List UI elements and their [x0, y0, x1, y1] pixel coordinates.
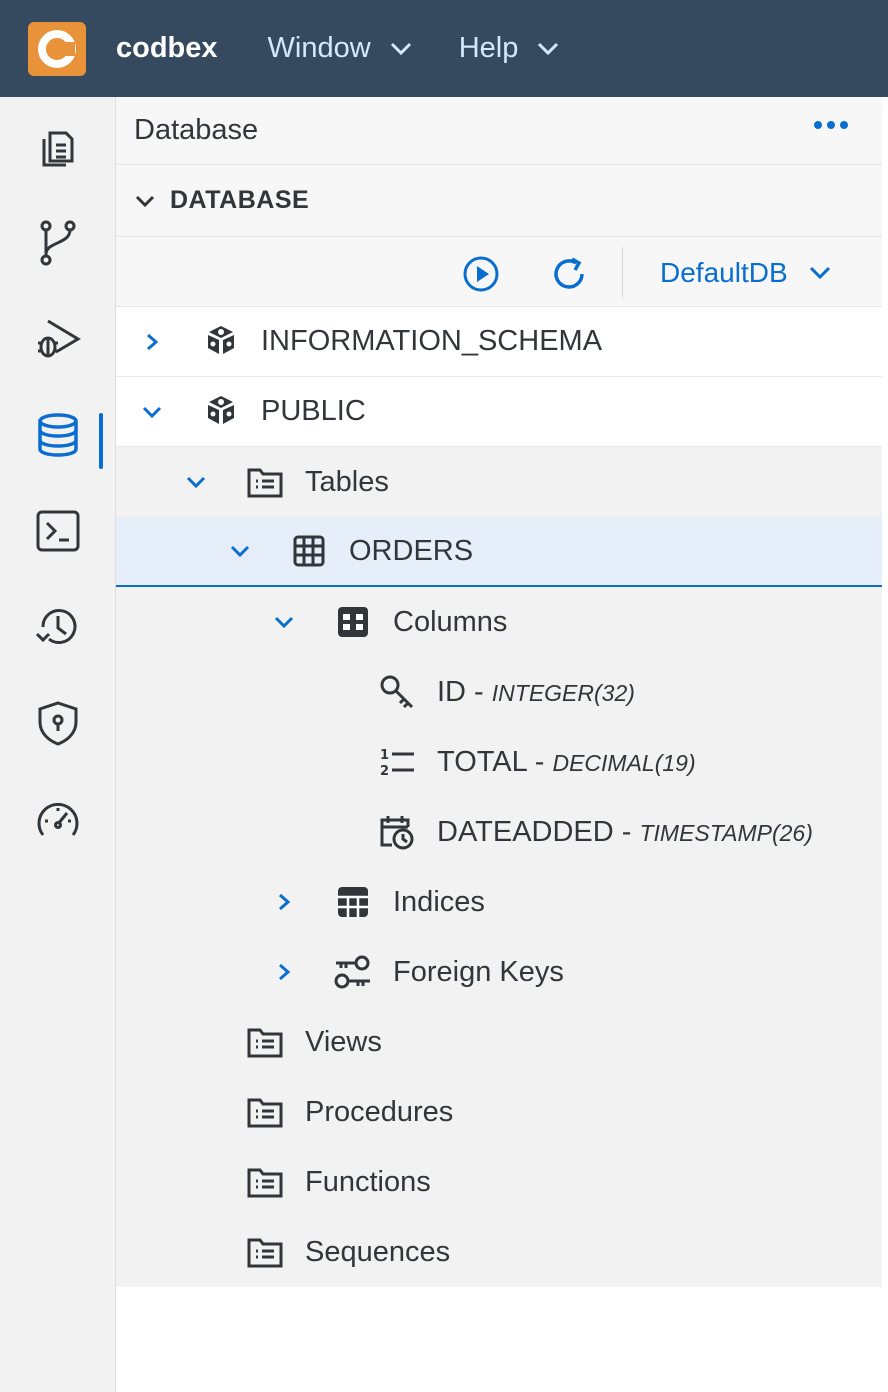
- foreign-keys-icon: [333, 952, 373, 992]
- activity-terminal[interactable]: [0, 491, 116, 571]
- tree-item-label: ORDERS: [349, 534, 474, 567]
- tree-item-public[interactable]: PUBLIC: [116, 377, 882, 447]
- svg-text:2: 2: [380, 764, 389, 779]
- section-title: DATABASE: [170, 186, 310, 214]
- more-options-icon[interactable]: [814, 121, 848, 129]
- menu-help-label: Help: [458, 32, 519, 64]
- folder-list-icon: [245, 1022, 285, 1062]
- activity-bar: [0, 97, 116, 1392]
- chevron-down-icon[interactable]: [184, 470, 208, 494]
- history-icon: [35, 609, 77, 644]
- git-branch-icon: [40, 220, 76, 266]
- play-circle-icon: [463, 256, 499, 292]
- column-type: DECIMAL(19): [552, 749, 696, 776]
- activity-git[interactable]: [0, 203, 116, 283]
- tree-item-columns[interactable]: Columns: [116, 587, 882, 657]
- table-grid-icon: [289, 531, 329, 571]
- toolbar-separator: [622, 247, 623, 299]
- shell-bar: codbex Window Help: [0, 0, 888, 97]
- indices-grid-icon: [333, 882, 373, 922]
- panel-header: Database: [116, 97, 882, 165]
- tree-item-sequences[interactable]: Sequences: [116, 1217, 882, 1287]
- column-type: TIMESTAMP(26): [639, 819, 813, 846]
- svg-text:1: 1: [380, 748, 389, 763]
- refresh-button[interactable]: [549, 254, 589, 294]
- run-query-button[interactable]: [461, 254, 501, 294]
- tree-item-label: Columns: [393, 605, 508, 638]
- tree-item-label: Indices: [393, 885, 485, 918]
- column-type: INTEGER(32): [491, 679, 635, 706]
- tree-item-orders[interactable]: ORDERS: [116, 517, 882, 587]
- tree-item-indices[interactable]: Indices: [116, 867, 882, 937]
- section-database[interactable]: DATABASE: [116, 165, 882, 237]
- chevron-down-icon: [809, 266, 830, 280]
- folder-list-icon: [245, 1232, 285, 1272]
- column-name: ID -: [437, 675, 492, 708]
- folder-list-icon: [245, 1092, 285, 1132]
- activity-security[interactable]: [0, 683, 116, 763]
- tree-item-label: Sequences: [305, 1235, 451, 1268]
- tree-item-label: Foreign Keys: [393, 955, 564, 988]
- database-select-value: DefaultDB: [660, 257, 788, 288]
- chevron-down-icon[interactable]: [228, 539, 252, 563]
- brand-title: codbex: [116, 32, 218, 64]
- chevron-right-icon[interactable]: [272, 960, 296, 984]
- tree-item-functions[interactable]: Functions: [116, 1147, 882, 1217]
- database-toolbar: DefaultDB: [116, 237, 882, 307]
- activity-monitoring[interactable]: [0, 779, 116, 859]
- database-panel: Database DATABASE DefaultDB INFORMATION_…: [116, 97, 882, 1392]
- gauge-icon: [37, 802, 79, 836]
- column-name: TOTAL -: [437, 745, 553, 778]
- activity-debug[interactable]: [0, 299, 116, 379]
- debug-icon: [38, 319, 81, 358]
- tree-item-tables[interactable]: Tables: [116, 447, 882, 517]
- tree-item-label: Procedures: [305, 1095, 454, 1128]
- tree-item-column-dateadded[interactable]: DATEADDED - TIMESTAMP(26): [116, 797, 882, 867]
- database-icon: [38, 413, 78, 457]
- chevron-down-icon: [135, 195, 155, 207]
- tree-item-column-total[interactable]: 12 TOTAL - DECIMAL(19): [116, 727, 882, 797]
- calendar-clock-icon: [377, 812, 417, 852]
- column-name: DATEADDED -: [437, 815, 640, 848]
- activity-database[interactable]: [0, 395, 116, 475]
- tree-item-foreign-keys[interactable]: Foreign Keys: [116, 937, 882, 1007]
- terminal-icon: [36, 510, 80, 552]
- key-icon: [377, 672, 417, 712]
- tree-item-information-schema[interactable]: INFORMATION_SCHEMA: [116, 307, 882, 377]
- tree-item-label: Views: [305, 1025, 382, 1058]
- tree-item-label: PUBLIC: [261, 395, 366, 427]
- schema-cubes-icon: [201, 322, 241, 362]
- tree-item-views[interactable]: Views: [116, 1007, 882, 1077]
- security-shield-icon: [38, 701, 78, 746]
- numbered-list-icon: 12: [377, 742, 417, 782]
- database-select[interactable]: DefaultDB: [660, 253, 832, 293]
- codbex-logo[interactable]: [28, 21, 86, 76]
- tree-item-label: Tables: [305, 465, 389, 498]
- tree-item-label: INFORMATION_SCHEMA: [261, 325, 603, 357]
- panel-title: Database: [134, 114, 259, 146]
- menu-window-label: Window: [267, 32, 371, 64]
- chevron-down-icon[interactable]: [140, 400, 164, 424]
- menu-help[interactable]: Help: [459, 32, 561, 65]
- folder-list-icon: [245, 1162, 285, 1202]
- files-icon: [42, 131, 74, 167]
- menu-window[interactable]: Window: [268, 32, 413, 65]
- tree-item-procedures[interactable]: Procedures: [116, 1077, 882, 1147]
- folder-list-icon: [245, 462, 285, 502]
- activity-history[interactable]: [0, 587, 116, 667]
- chevron-right-icon[interactable]: [140, 330, 164, 354]
- chevron-down-icon: [538, 42, 559, 55]
- activity-files[interactable]: [0, 107, 116, 187]
- columns-icon: [333, 602, 373, 642]
- refresh-icon: [554, 257, 584, 289]
- chevron-down-icon[interactable]: [272, 610, 296, 634]
- chevron-right-icon[interactable]: [272, 890, 296, 914]
- active-indicator: [99, 413, 103, 469]
- tree-item-column-id[interactable]: ID - INTEGER(32): [116, 657, 882, 727]
- tree-item-label: Functions: [305, 1165, 431, 1198]
- chevron-down-icon: [390, 42, 411, 55]
- schema-cubes-icon: [201, 392, 241, 432]
